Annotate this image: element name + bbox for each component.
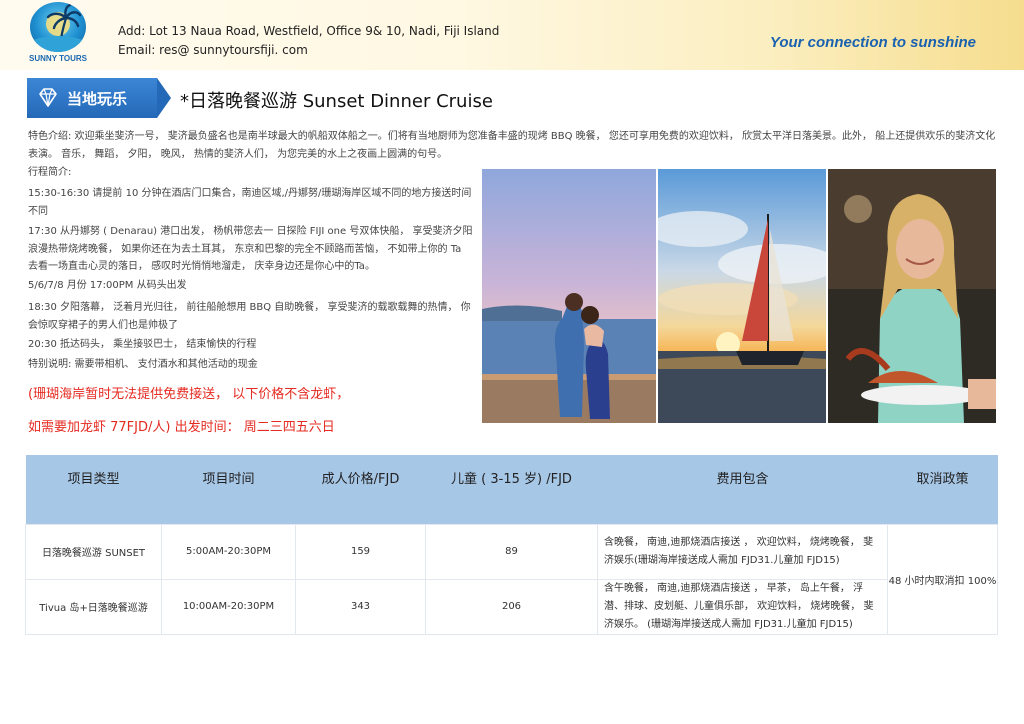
- tour-time-cell: 10:00AM-20:30PM: [161, 578, 296, 635]
- itinerary-line: 18:30 夕阳落幕， 泛着月光归往， 前往船舱想用 BBQ 自助晚餐， 享受斐…: [28, 302, 471, 331]
- notice-text: (珊瑚海岸暂时无法提供免费接送， 以下价格不含龙虾，: [28, 387, 350, 402]
- child-price-cell: 206: [425, 578, 598, 635]
- adult-price-cell: 159: [295, 523, 426, 580]
- itinerary-line: 15:30-16:30 请提前 10 分钟在酒店门口集合，南迪区域,/丹娜努/珊…: [28, 188, 472, 217]
- couple-sunset-photo: [482, 169, 656, 423]
- photo-strip: [482, 169, 996, 423]
- woman-lobster-bbq-photo: [828, 169, 996, 423]
- includes-cell: 含晚餐， 南迪,迪那烧酒店接送 ， 欢迎饮料， 烧烤晚餐， 斐济娱乐(珊瑚海岸接…: [597, 523, 888, 580]
- logo-sun-palm-icon: [30, 2, 86, 52]
- child-price-cell: 89: [425, 523, 598, 580]
- page-header: SUNNY TOURS Add: Lot 13 Naua Road, Westf…: [0, 0, 1024, 70]
- company-email: Email: res@ sunnytoursfiji. com: [118, 43, 308, 57]
- special-note: 特别说明: 需要带相机、 支付酒水和其他活动的现金: [28, 359, 258, 370]
- diamond-icon: [37, 88, 59, 112]
- itinerary-heading: 行程简介:: [28, 167, 72, 178]
- table-row: 日落晚餐巡游 SUNSET 5:00AM-20:30PM 159 89 含晚餐，…: [25, 523, 998, 635]
- company-slogan: Your connection to sunshine: [769, 34, 976, 51]
- section-tag: 当地玩乐: [27, 78, 171, 118]
- table-header: 取消政策: [887, 455, 998, 524]
- itinerary-line: 5/6/7/8 月份 17:00PM 从码头出发: [28, 280, 187, 291]
- adult-price-cell: 343: [295, 578, 426, 635]
- sunny-tours-logo: SUNNY TOURS: [26, 2, 90, 66]
- company-address: Add: Lot 13 Naua Road, Westfield, Office…: [118, 24, 500, 38]
- logo-text: SUNNY TOURS: [29, 54, 87, 63]
- tour-type-cell: Tivua 岛+日落晚餐巡游: [25, 578, 162, 635]
- table-header: 费用包含: [597, 455, 888, 524]
- intro-paragraph: 特色介绍: 欢迎乘坐斐济一号， 斐济最负盛名也是南半球最大的帆船双体船之一。们将…: [28, 131, 996, 160]
- page-title: *日落晚餐巡游 Sunset Dinner Cruise: [180, 91, 493, 112]
- table-header: 成人价格/FJD: [295, 455, 426, 524]
- itinerary-line: 17:30 从丹娜努 ( Denarau) 港口出发， 杨帆带您去一 日探险 F…: [28, 226, 473, 272]
- table-row: Tivua 岛+日落晚餐巡游 10:00AM-20:30PM 343 206 含…: [25, 578, 998, 635]
- tour-time-cell: 5:00AM-20:30PM: [161, 523, 296, 580]
- table-header: 儿童 ( 3-15 岁) /FJD: [425, 455, 598, 524]
- table-header: 项目时间: [161, 455, 296, 524]
- tour-type-cell: 日落晚餐巡游 SUNSET: [25, 523, 162, 580]
- catamaran-sunset-photo: [658, 169, 826, 423]
- table-header: 项目类型: [25, 455, 162, 524]
- price-table: 项目类型 项目时间 成人价格/FJD 儿童 ( 3-15 岁) /FJD 费用包…: [25, 455, 998, 635]
- section-tag-label: 当地玩乐: [67, 90, 128, 108]
- itinerary-line: 20:30 抵达码头， 乘坐接驳巴士， 结束愉快的行程: [28, 339, 257, 350]
- notice-text: 如需要加龙虾 77FJD/人) 出发时间： 周二三四五六日: [28, 420, 335, 435]
- cancel-policy-cell: 48 小时内取消扣 100%: [887, 523, 998, 635]
- includes-cell: 含午晚餐， 南迪,迪那烧酒店接送 ， 早茶， 岛上午餐， 浮潜、排球、皮划艇、儿…: [597, 578, 888, 635]
